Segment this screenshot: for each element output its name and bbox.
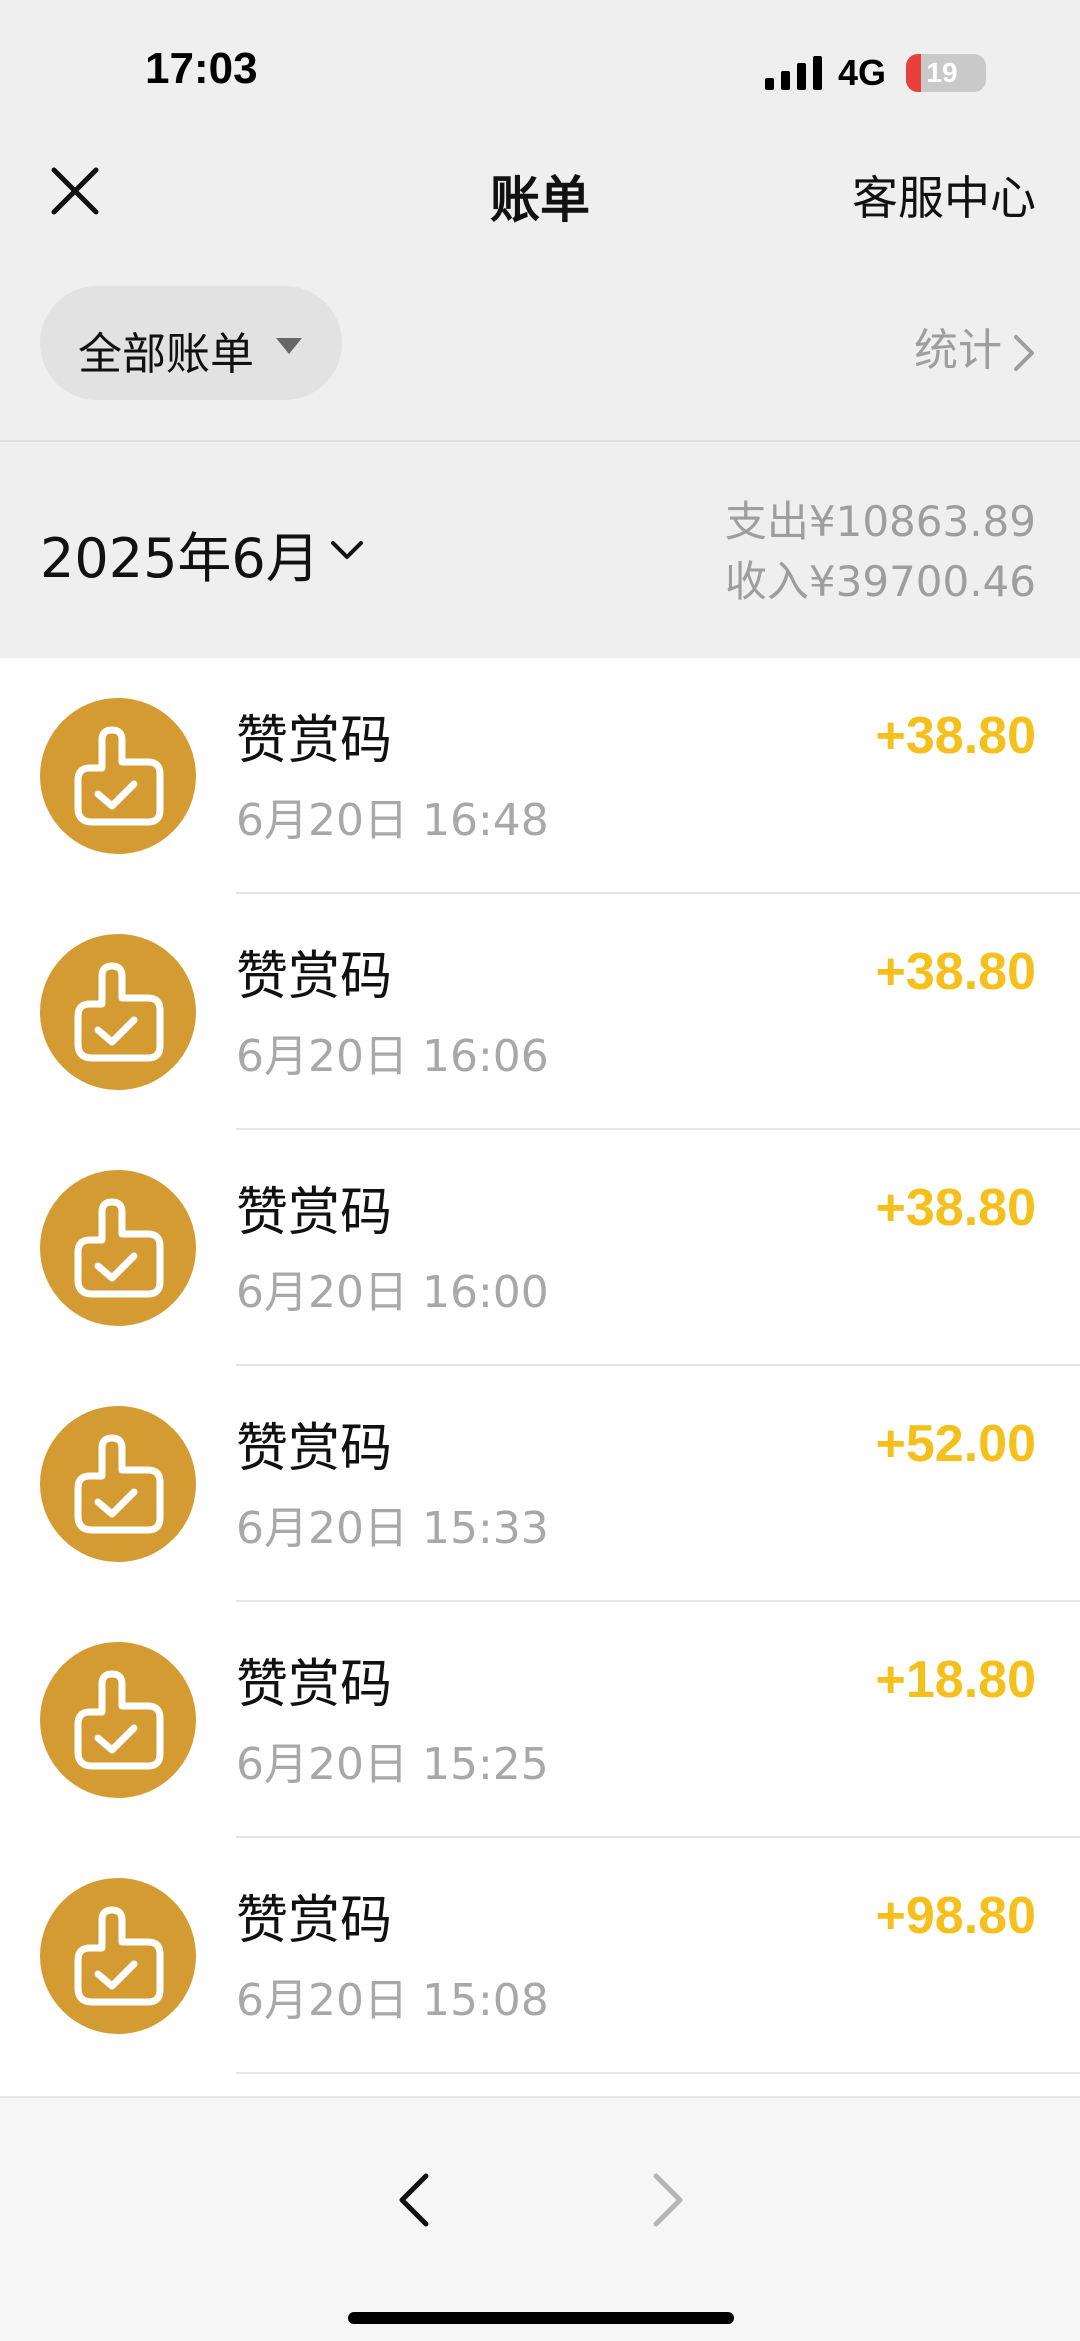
network-label: 4G (838, 52, 887, 93)
battery-tip (978, 66, 984, 80)
transaction-title: 赞赏码 (236, 1891, 393, 1951)
month-expense: 支出¥10863.89 (724, 497, 1036, 546)
signal-icon (765, 56, 822, 90)
battery-icon: 19 (906, 54, 986, 92)
transaction-time: 6月20日 15:33 (236, 1503, 549, 1554)
chevron-right-icon (1014, 335, 1034, 371)
transaction-time: 6月20日 15:08 (236, 1975, 549, 2026)
stats-link[interactable]: 统计 (914, 314, 1036, 378)
bill-filter-label: 全部账单 (78, 329, 254, 380)
transaction-amount: +98.80 (875, 1887, 1037, 1945)
month-income: 收入¥39700.46 (724, 557, 1036, 606)
month-header: 2025年6月 支出¥10863.89 收入¥39700.46 (0, 444, 1080, 658)
stats-label: 统计 (914, 325, 1002, 376)
transaction-row[interactable]: 赞赏码 6月20日 16:48 +38.80 (0, 658, 1080, 894)
home-indicator[interactable] (348, 2312, 734, 2324)
transaction-amount: +38.80 (875, 943, 1037, 1001)
status-time: 17:03 (145, 44, 258, 93)
thumbs-up-icon (40, 1642, 196, 1798)
thumbs-up-icon (40, 934, 196, 1090)
thumbs-up-icon (40, 1878, 196, 2034)
transaction-title: 赞赏码 (236, 947, 393, 1007)
caret-down-icon (276, 338, 302, 354)
customer-service-link[interactable]: 客服中心 (852, 162, 1036, 228)
transaction-title: 赞赏码 (236, 1655, 393, 1715)
thumbs-up-icon (40, 698, 196, 854)
transaction-amount: +18.80 (875, 1651, 1037, 1709)
chevron-down-icon[interactable] (330, 540, 364, 560)
transaction-time: 6月20日 16:00 (236, 1267, 549, 1318)
transaction-row[interactable]: 赞赏码 6月20日 15:08 +98.80 (0, 1838, 1080, 2074)
thumbs-up-icon (40, 1406, 196, 1562)
thumbs-up-icon (40, 1170, 196, 1326)
transaction-time: 6月20日 16:48 (236, 795, 549, 846)
transaction-list: 赞赏码 6月20日 16:48 +38.80 赞赏码 6月20日 16:06 +… (0, 658, 1080, 2096)
transaction-row[interactable]: 赞赏码 6月20日 16:06 +38.80 (0, 894, 1080, 1130)
chevron-left-icon[interactable] (396, 2172, 432, 2228)
transaction-title: 赞赏码 (236, 1183, 393, 1243)
month-totals: 支出¥10863.89 收入¥39700.46 (725, 492, 1036, 612)
bottom-toolbar (0, 2096, 1080, 2341)
transaction-row[interactable]: 赞赏码 6月20日 16:00 +38.80 (0, 1130, 1080, 1366)
month-selector[interactable]: 2025年6月 (40, 514, 320, 593)
nav-bar: 账单 客服中心 (0, 130, 1080, 250)
status-bar: 17:03 4G 19 (0, 0, 1080, 130)
transaction-time: 6月20日 15:25 (236, 1739, 549, 1790)
transaction-row[interactable]: 赞赏码 6月20日 15:33 +52.00 (0, 1366, 1080, 1602)
row-divider (236, 2072, 1080, 2074)
bill-filter-dropdown[interactable]: 全部账单 (40, 286, 342, 400)
transaction-row[interactable]: 赞赏码 6月20日 15:25 +18.80 (0, 1602, 1080, 1838)
transaction-amount: +52.00 (875, 1415, 1037, 1473)
transaction-amount: +38.80 (875, 707, 1037, 765)
chevron-right-icon[interactable] (650, 2172, 686, 2228)
transaction-title: 赞赏码 (236, 1419, 393, 1479)
transaction-amount: +38.80 (875, 1179, 1037, 1237)
filter-row: 全部账单 统计 (0, 250, 1080, 442)
transaction-title: 赞赏码 (236, 711, 393, 771)
transaction-time: 6月20日 16:06 (236, 1031, 549, 1082)
battery-level: 19 (926, 57, 958, 88)
